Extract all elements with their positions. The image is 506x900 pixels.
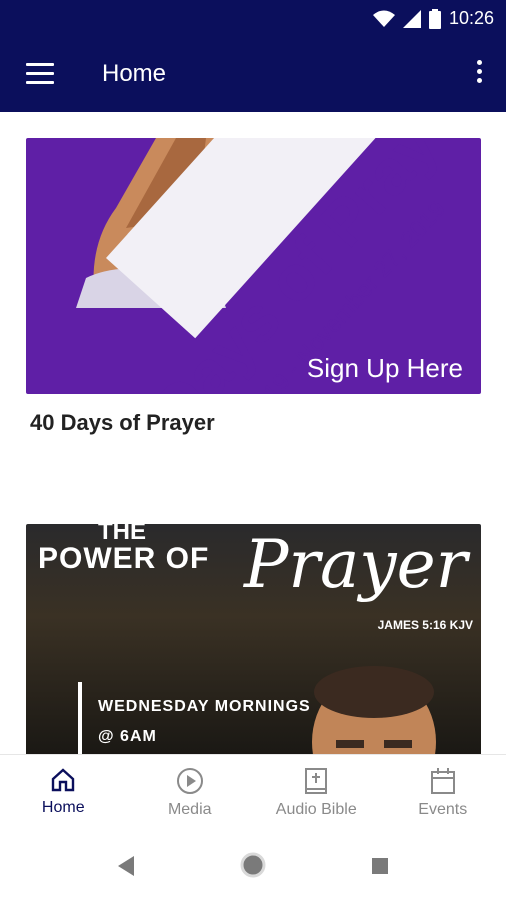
home-button-icon[interactable] (240, 852, 266, 878)
feed-card[interactable]: Days of Praye 19 - November 27, 2019 Sig… (26, 138, 481, 436)
system-navigation-bar (0, 832, 506, 900)
status-time: 10:26 (448, 8, 494, 28)
bible-icon (305, 768, 328, 794)
more-options-icon[interactable] (474, 60, 484, 90)
recents-icon[interactable] (372, 858, 388, 874)
nav-media[interactable]: Media (127, 755, 254, 832)
battery-icon (428, 8, 441, 29)
home-icon (52, 768, 75, 792)
wifi-icon (372, 10, 395, 27)
power-of-prayer-banner-image[interactable]: THE POWER OF Prayer JAMES 5:16 KJV WEDNE… (26, 524, 481, 754)
nav-home[interactable]: Home (0, 755, 127, 832)
nav-events[interactable]: Events (380, 755, 506, 832)
banner-day: WEDNESDAY MORNINGS (98, 698, 311, 715)
prayer-banner-image[interactable]: Days of Praye 19 - November 27, 2019 Sig… (26, 138, 481, 394)
nav-media-label: Media (167, 801, 212, 818)
signal-icon (402, 9, 421, 28)
banner-time: @ 6AM (98, 728, 157, 745)
play-circle-icon (176, 768, 203, 794)
speaker-photo (312, 666, 436, 754)
menu-icon[interactable] (26, 63, 54, 85)
status-icons: 10:26 (372, 8, 494, 29)
calendar-icon (430, 768, 455, 794)
nav-events-label: Events (418, 801, 468, 818)
nav-audio-bible-label: Audio Bible (275, 801, 357, 818)
banner-divider (78, 682, 82, 754)
main-content[interactable]: Days of Praye 19 - November 27, 2019 Sig… (0, 112, 506, 754)
banner-prayer-script: Prayer (244, 526, 468, 603)
banner-verse: JAMES 5:16 KJV (377, 618, 473, 632)
back-icon[interactable] (118, 856, 136, 876)
page-title: Home (102, 60, 167, 87)
card-title[interactable]: 40 Days of Prayer (26, 410, 481, 436)
app-bar: Home (0, 38, 506, 112)
sign-up-text: Sign Up Here (306, 353, 463, 383)
banner-power-of-text: POWER OF (38, 542, 210, 575)
nav-audio-bible[interactable]: Audio Bible (253, 755, 380, 832)
nav-home-label: Home (41, 799, 85, 816)
bottom-navigation: Home Media Audio Bible Events (0, 754, 506, 832)
status-bar: 10:26 (0, 0, 506, 38)
feed-card[interactable]: THE POWER OF Prayer JAMES 5:16 KJV WEDNE… (26, 524, 481, 754)
